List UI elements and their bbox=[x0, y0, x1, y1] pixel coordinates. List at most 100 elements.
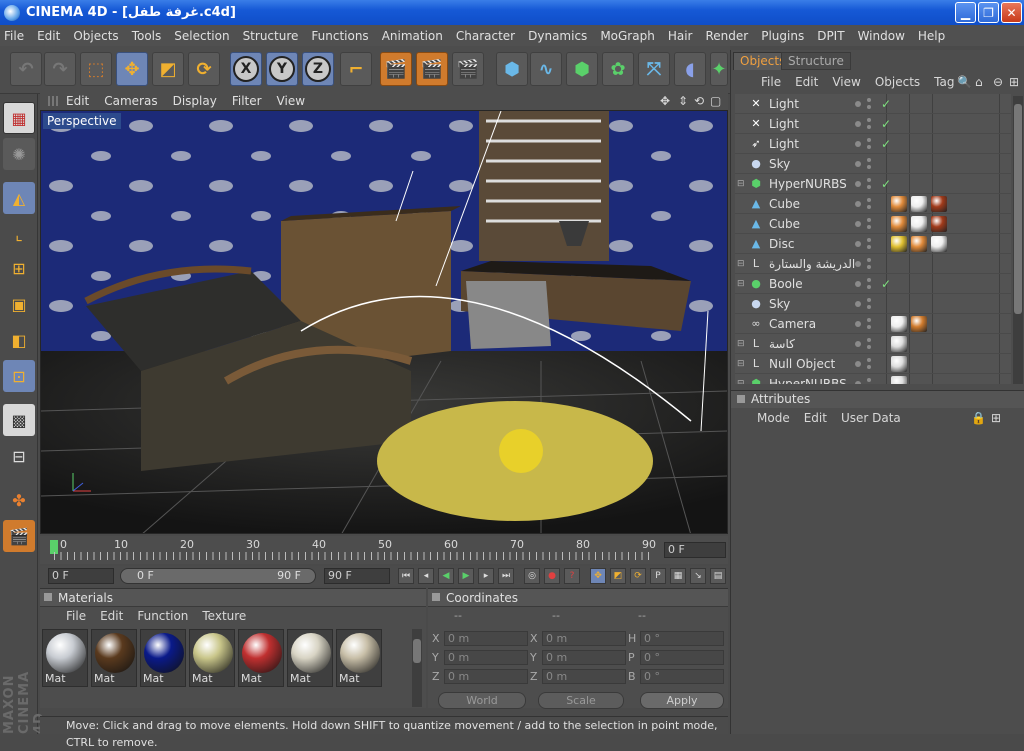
coord-mode-select[interactable]: World bbox=[438, 692, 526, 709]
vp-zoom-icon[interactable]: ⇕ bbox=[678, 94, 688, 108]
workplane-icon[interactable]: ⊟ bbox=[3, 440, 35, 472]
live-select-icon[interactable]: ⬚ bbox=[80, 52, 112, 86]
editor-visibility-icon[interactable] bbox=[867, 258, 871, 262]
cube-primitive-icon[interactable]: ⬢ bbox=[496, 52, 528, 86]
materials-scroll-thumb[interactable] bbox=[413, 639, 421, 663]
panel-menu-icon[interactable] bbox=[44, 593, 52, 601]
coord-value-field[interactable]: 0 m bbox=[542, 669, 626, 684]
object-row[interactable]: ⊟ L كاسة bbox=[735, 334, 1011, 354]
home-icon[interactable]: ⌂ bbox=[975, 75, 983, 89]
material-swatch[interactable]: Mat bbox=[336, 629, 382, 687]
material-swatch[interactable]: Mat bbox=[42, 629, 88, 687]
object-row[interactable]: ⊟ ⬢ HyperNURBS bbox=[735, 374, 1011, 384]
visibility-dot-icon[interactable] bbox=[855, 181, 861, 187]
material-swatch[interactable]: Mat bbox=[189, 629, 235, 687]
object-name[interactable]: HyperNURBS bbox=[769, 377, 847, 385]
new-window-icon[interactable]: ⊞ bbox=[1009, 75, 1019, 89]
editor-visibility-icon[interactable] bbox=[867, 298, 871, 302]
play-reverse-icon[interactable]: ◀ bbox=[438, 568, 454, 584]
attr-menu-edit[interactable]: Edit bbox=[804, 411, 827, 425]
key-rotation-icon[interactable]: ⟳ bbox=[630, 568, 646, 584]
editor-visibility-icon[interactable] bbox=[867, 198, 871, 202]
editor-visibility-icon[interactable] bbox=[867, 158, 871, 162]
render-visibility-icon[interactable] bbox=[867, 105, 871, 109]
menu-plugins[interactable]: Plugins bbox=[761, 29, 804, 43]
attr-menu-user-data[interactable]: User Data bbox=[841, 411, 901, 425]
key-pla-icon[interactable]: ↘ bbox=[690, 568, 706, 584]
object-row[interactable]: ➶ Light ✓ bbox=[735, 134, 1011, 154]
material-tag-icon[interactable] bbox=[891, 216, 907, 232]
material-tag-icon[interactable] bbox=[891, 376, 907, 384]
vp-rotate-icon[interactable]: ⟲ bbox=[694, 94, 704, 108]
frame-range-slider[interactable]: 0 F 90 F bbox=[120, 568, 316, 584]
object-row[interactable]: ✕ Light ✓ bbox=[735, 114, 1011, 134]
timeline-ruler[interactable]: 0 10 20 30 40 50 60 70 80 90 0 F bbox=[40, 536, 728, 564]
coord-value-field[interactable]: 0 m bbox=[444, 669, 528, 684]
timeline-icon[interactable]: 🎬 bbox=[3, 520, 35, 552]
editor-visibility-icon[interactable] bbox=[867, 118, 871, 122]
material-tag-icon[interactable] bbox=[891, 316, 907, 332]
obj-menu-edit[interactable]: Edit bbox=[795, 75, 818, 89]
expand-toggle-icon[interactable]: ⊟ bbox=[737, 259, 745, 269]
object-row[interactable]: ✕ Light ✓ bbox=[735, 94, 1011, 114]
object-name[interactable]: Camera bbox=[769, 317, 816, 331]
expand-toggle-icon[interactable]: ⊟ bbox=[737, 279, 745, 289]
menu-window[interactable]: Window bbox=[858, 29, 905, 43]
object-row[interactable]: ⊟ ⬢ HyperNURBS ✓ bbox=[735, 174, 1011, 194]
render-visibility-icon[interactable] bbox=[867, 345, 871, 349]
object-row[interactable]: ⊟ ● Boole ✓ bbox=[735, 274, 1011, 294]
coordinate-system-icon[interactable]: ⌐ bbox=[340, 52, 372, 86]
object-row[interactable]: ▲ Disc bbox=[735, 234, 1011, 254]
menu-tools[interactable]: Tools bbox=[132, 29, 162, 43]
undo-icon[interactable]: ↶ bbox=[10, 52, 42, 86]
object-name[interactable]: HyperNURBS bbox=[769, 177, 847, 191]
vp-menu-edit[interactable]: Edit bbox=[66, 94, 89, 108]
scene-object-icon[interactable]: ◖ bbox=[674, 52, 706, 86]
object-name[interactable]: Light bbox=[769, 117, 799, 131]
material-tag-icon[interactable] bbox=[891, 356, 907, 372]
material-tag-icon[interactable] bbox=[911, 316, 927, 332]
3d-viewport[interactable]: Perspective bbox=[40, 110, 728, 534]
start-frame-field[interactable]: 0 F bbox=[48, 568, 114, 584]
menu-dynamics[interactable]: Dynamics bbox=[528, 29, 587, 43]
obj-menu-file[interactable]: File bbox=[761, 75, 781, 89]
close-button[interactable]: ✕ bbox=[1001, 2, 1022, 23]
object-name[interactable]: Disc bbox=[769, 237, 794, 251]
material-swatch[interactable]: Mat bbox=[91, 629, 137, 687]
expand-toggle-icon[interactable]: ⊟ bbox=[737, 339, 745, 349]
material-tag-icon[interactable] bbox=[931, 216, 947, 232]
editor-visibility-icon[interactable] bbox=[867, 178, 871, 182]
render-visibility-icon[interactable] bbox=[867, 225, 871, 229]
checker-icon[interactable]: ▩ bbox=[3, 404, 35, 436]
mat-menu-edit[interactable]: Edit bbox=[100, 609, 123, 623]
next-key-icon[interactable]: ▸ bbox=[478, 568, 494, 584]
minimize-button[interactable]: ▁ bbox=[955, 2, 976, 23]
object-name[interactable]: Cube bbox=[769, 197, 800, 211]
z-axis-lock-button[interactable]: Z bbox=[302, 52, 334, 86]
end-frame-field[interactable]: 90 F bbox=[324, 568, 390, 584]
coord-value-field[interactable]: 0 m bbox=[542, 650, 626, 665]
visibility-dot-icon[interactable] bbox=[855, 301, 861, 307]
sculpt-icon[interactable]: ✤ bbox=[3, 484, 35, 516]
visibility-dot-icon[interactable] bbox=[855, 281, 861, 287]
polygons-mode-icon[interactable]: ◧ bbox=[3, 324, 35, 356]
visibility-dot-icon[interactable] bbox=[855, 201, 861, 207]
object-mode-icon[interactable]: ◭ bbox=[3, 182, 35, 214]
y-axis-lock-button[interactable]: Y bbox=[266, 52, 298, 86]
material-swatch[interactable]: Mat bbox=[140, 629, 186, 687]
attr-lock-icon[interactable]: 🔒 bbox=[971, 411, 986, 425]
object-row[interactable]: ⊟ L الدريشة والستارة bbox=[735, 254, 1011, 274]
menu-dpit[interactable]: DPIT bbox=[817, 29, 844, 43]
menu-help[interactable]: Help bbox=[918, 29, 945, 43]
redo-icon[interactable]: ↷ bbox=[44, 52, 76, 86]
vp-maximize-icon[interactable]: ▢ bbox=[710, 94, 721, 108]
menu-edit[interactable]: Edit bbox=[37, 29, 60, 43]
coord-value-field[interactable]: 0 m bbox=[444, 631, 528, 646]
editor-visibility-icon[interactable] bbox=[867, 138, 871, 142]
object-name[interactable]: Light bbox=[769, 97, 799, 111]
axis-mode-icon[interactable]: ⌞ bbox=[3, 218, 35, 250]
menu-character[interactable]: Character bbox=[456, 29, 515, 43]
object-name[interactable]: Sky bbox=[769, 297, 790, 311]
coord-value-field[interactable]: 0 ° bbox=[640, 669, 724, 684]
key-position-icon[interactable]: ✥ bbox=[590, 568, 606, 584]
